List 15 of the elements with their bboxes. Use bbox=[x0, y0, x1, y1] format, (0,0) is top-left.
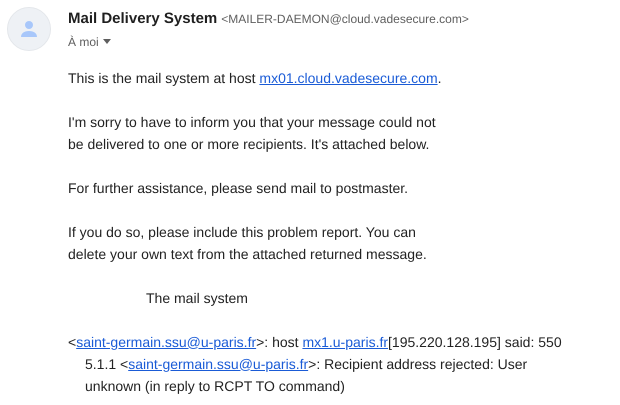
email-link[interactable]: mx1.u-paris.fr bbox=[302, 334, 388, 350]
email-link[interactable]: mx01.cloud.vadesecure.com bbox=[259, 70, 438, 86]
recipient-dropdown[interactable]: À moi bbox=[68, 32, 111, 50]
message-paragraph: This is the mail system at host mx01.cloud.vadesecure.com. bbox=[68, 68, 442, 88]
email-link[interactable]: saint-germain.ssu@u-paris.fr bbox=[76, 334, 256, 350]
person-icon bbox=[20, 20, 38, 38]
message-paragraph: The mail system bbox=[145, 288, 249, 308]
sender-address: <MAILER-DAEMON@cloud.vadesecure.com> bbox=[221, 11, 469, 28]
message-paragraph: If you do so, please include this problem report. You can delete your own text from the attached returned message. bbox=[68, 222, 428, 264]
message-paragraph: For further assistance, please send mail to postmaster. bbox=[68, 178, 410, 198]
caret-icon bbox=[102, 39, 111, 44]
message-paragraph: I'm sorry to have to inform you that your message could not be delivered to one or more recipients. It's attached below. bbox=[68, 112, 437, 154]
email-link[interactable]: saint-germain.ssu@u-paris.fr bbox=[128, 356, 308, 372]
message-paragraph: <saint-germain.ssu@u-paris.fr>: host mx1.u-paris.fr[195.220.128.195] said: 550 5.1.1 <saint-germain.ssu@u-paris.fr>: Recipient address rejected: User unknown (in reply to RCPT TO command) bbox=[68, 332, 562, 396]
sender-name: Mail Delivery System bbox=[68, 9, 218, 29]
